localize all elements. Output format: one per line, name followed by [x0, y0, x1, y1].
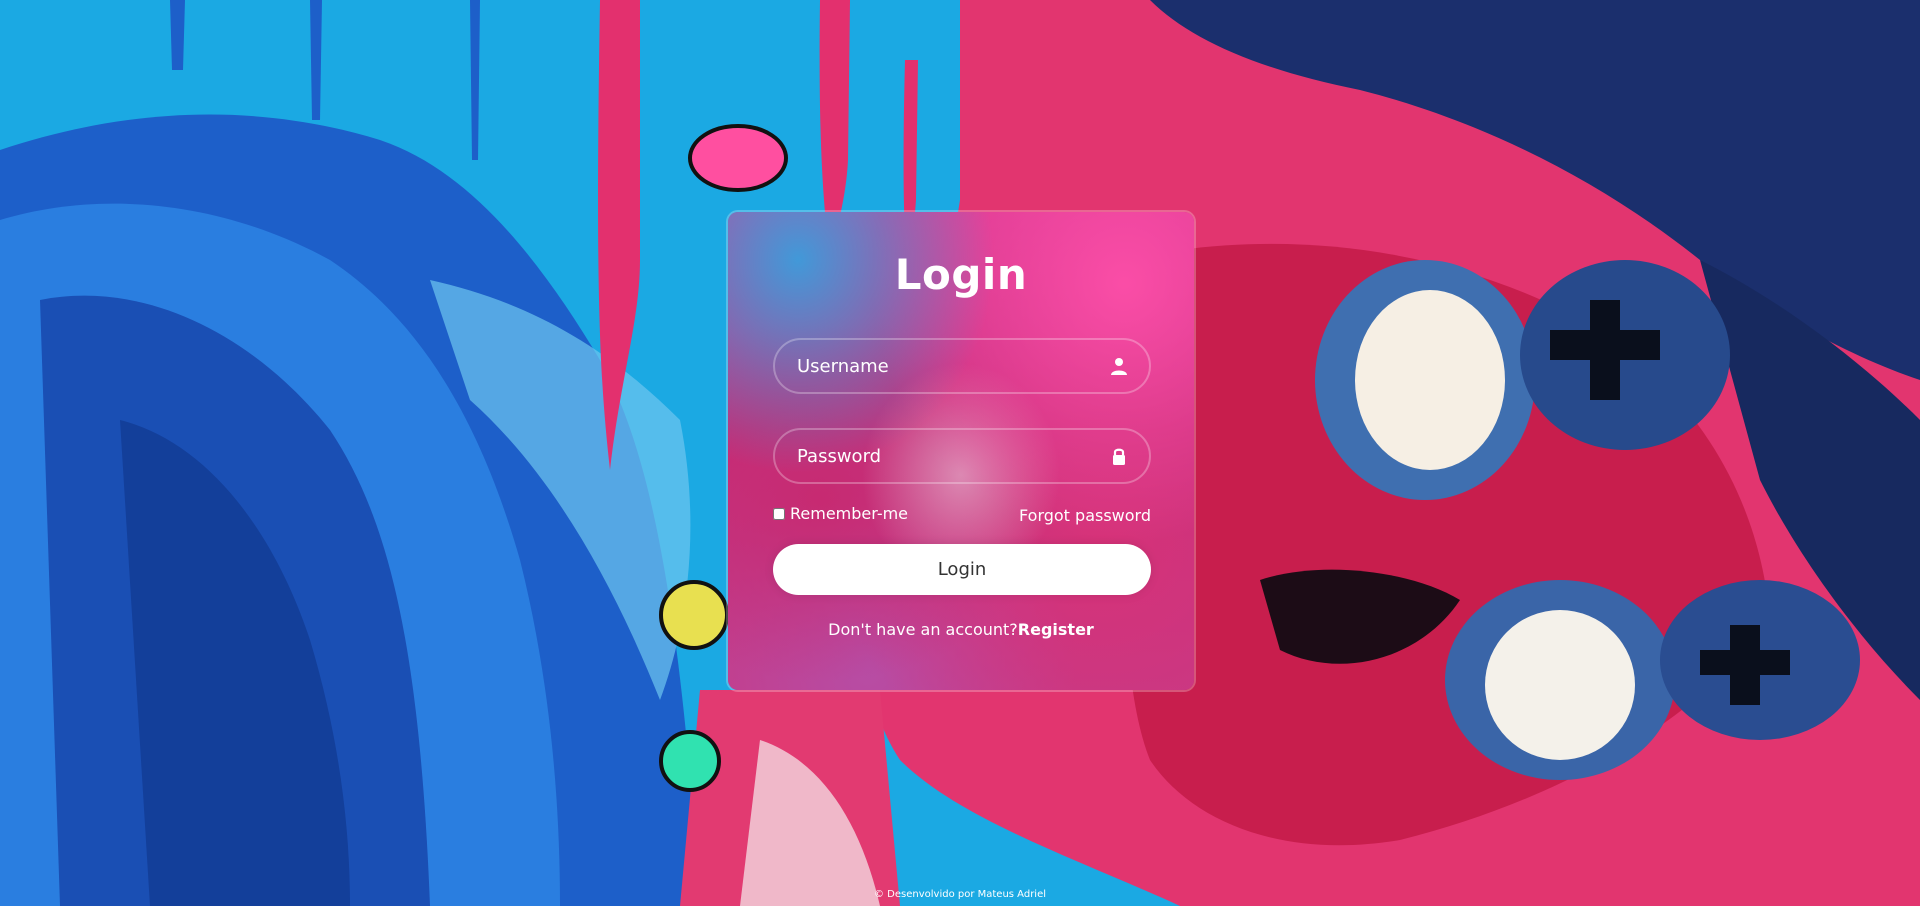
form-options-row: Remember-me Forgot password [773, 504, 1151, 528]
username-input[interactable] [775, 340, 1149, 392]
login-title: Login [894, 250, 1028, 299]
user-icon [1109, 356, 1129, 376]
footer-credit: © Desenvolvido por Mateus Adriel [873, 889, 1047, 900]
password-input[interactable] [775, 430, 1149, 482]
forgot-password-link[interactable]: Forgot password [1019, 506, 1151, 525]
login-card: Login Remember-me [726, 210, 1196, 692]
remember-me-option[interactable]: Remember-me [773, 504, 908, 523]
remember-me-checkbox[interactable] [773, 507, 785, 520]
register-link[interactable]: Register [1018, 620, 1094, 639]
remember-me-label: Remember-me [790, 504, 909, 523]
password-field-wrapper [773, 428, 1151, 484]
register-prompt-text: Don't have an account? [828, 620, 1018, 639]
login-button[interactable]: Login [773, 544, 1151, 595]
username-field-wrapper [773, 338, 1151, 394]
lock-icon [1109, 446, 1129, 466]
register-prompt: Don't have an account?Register [728, 620, 1194, 639]
